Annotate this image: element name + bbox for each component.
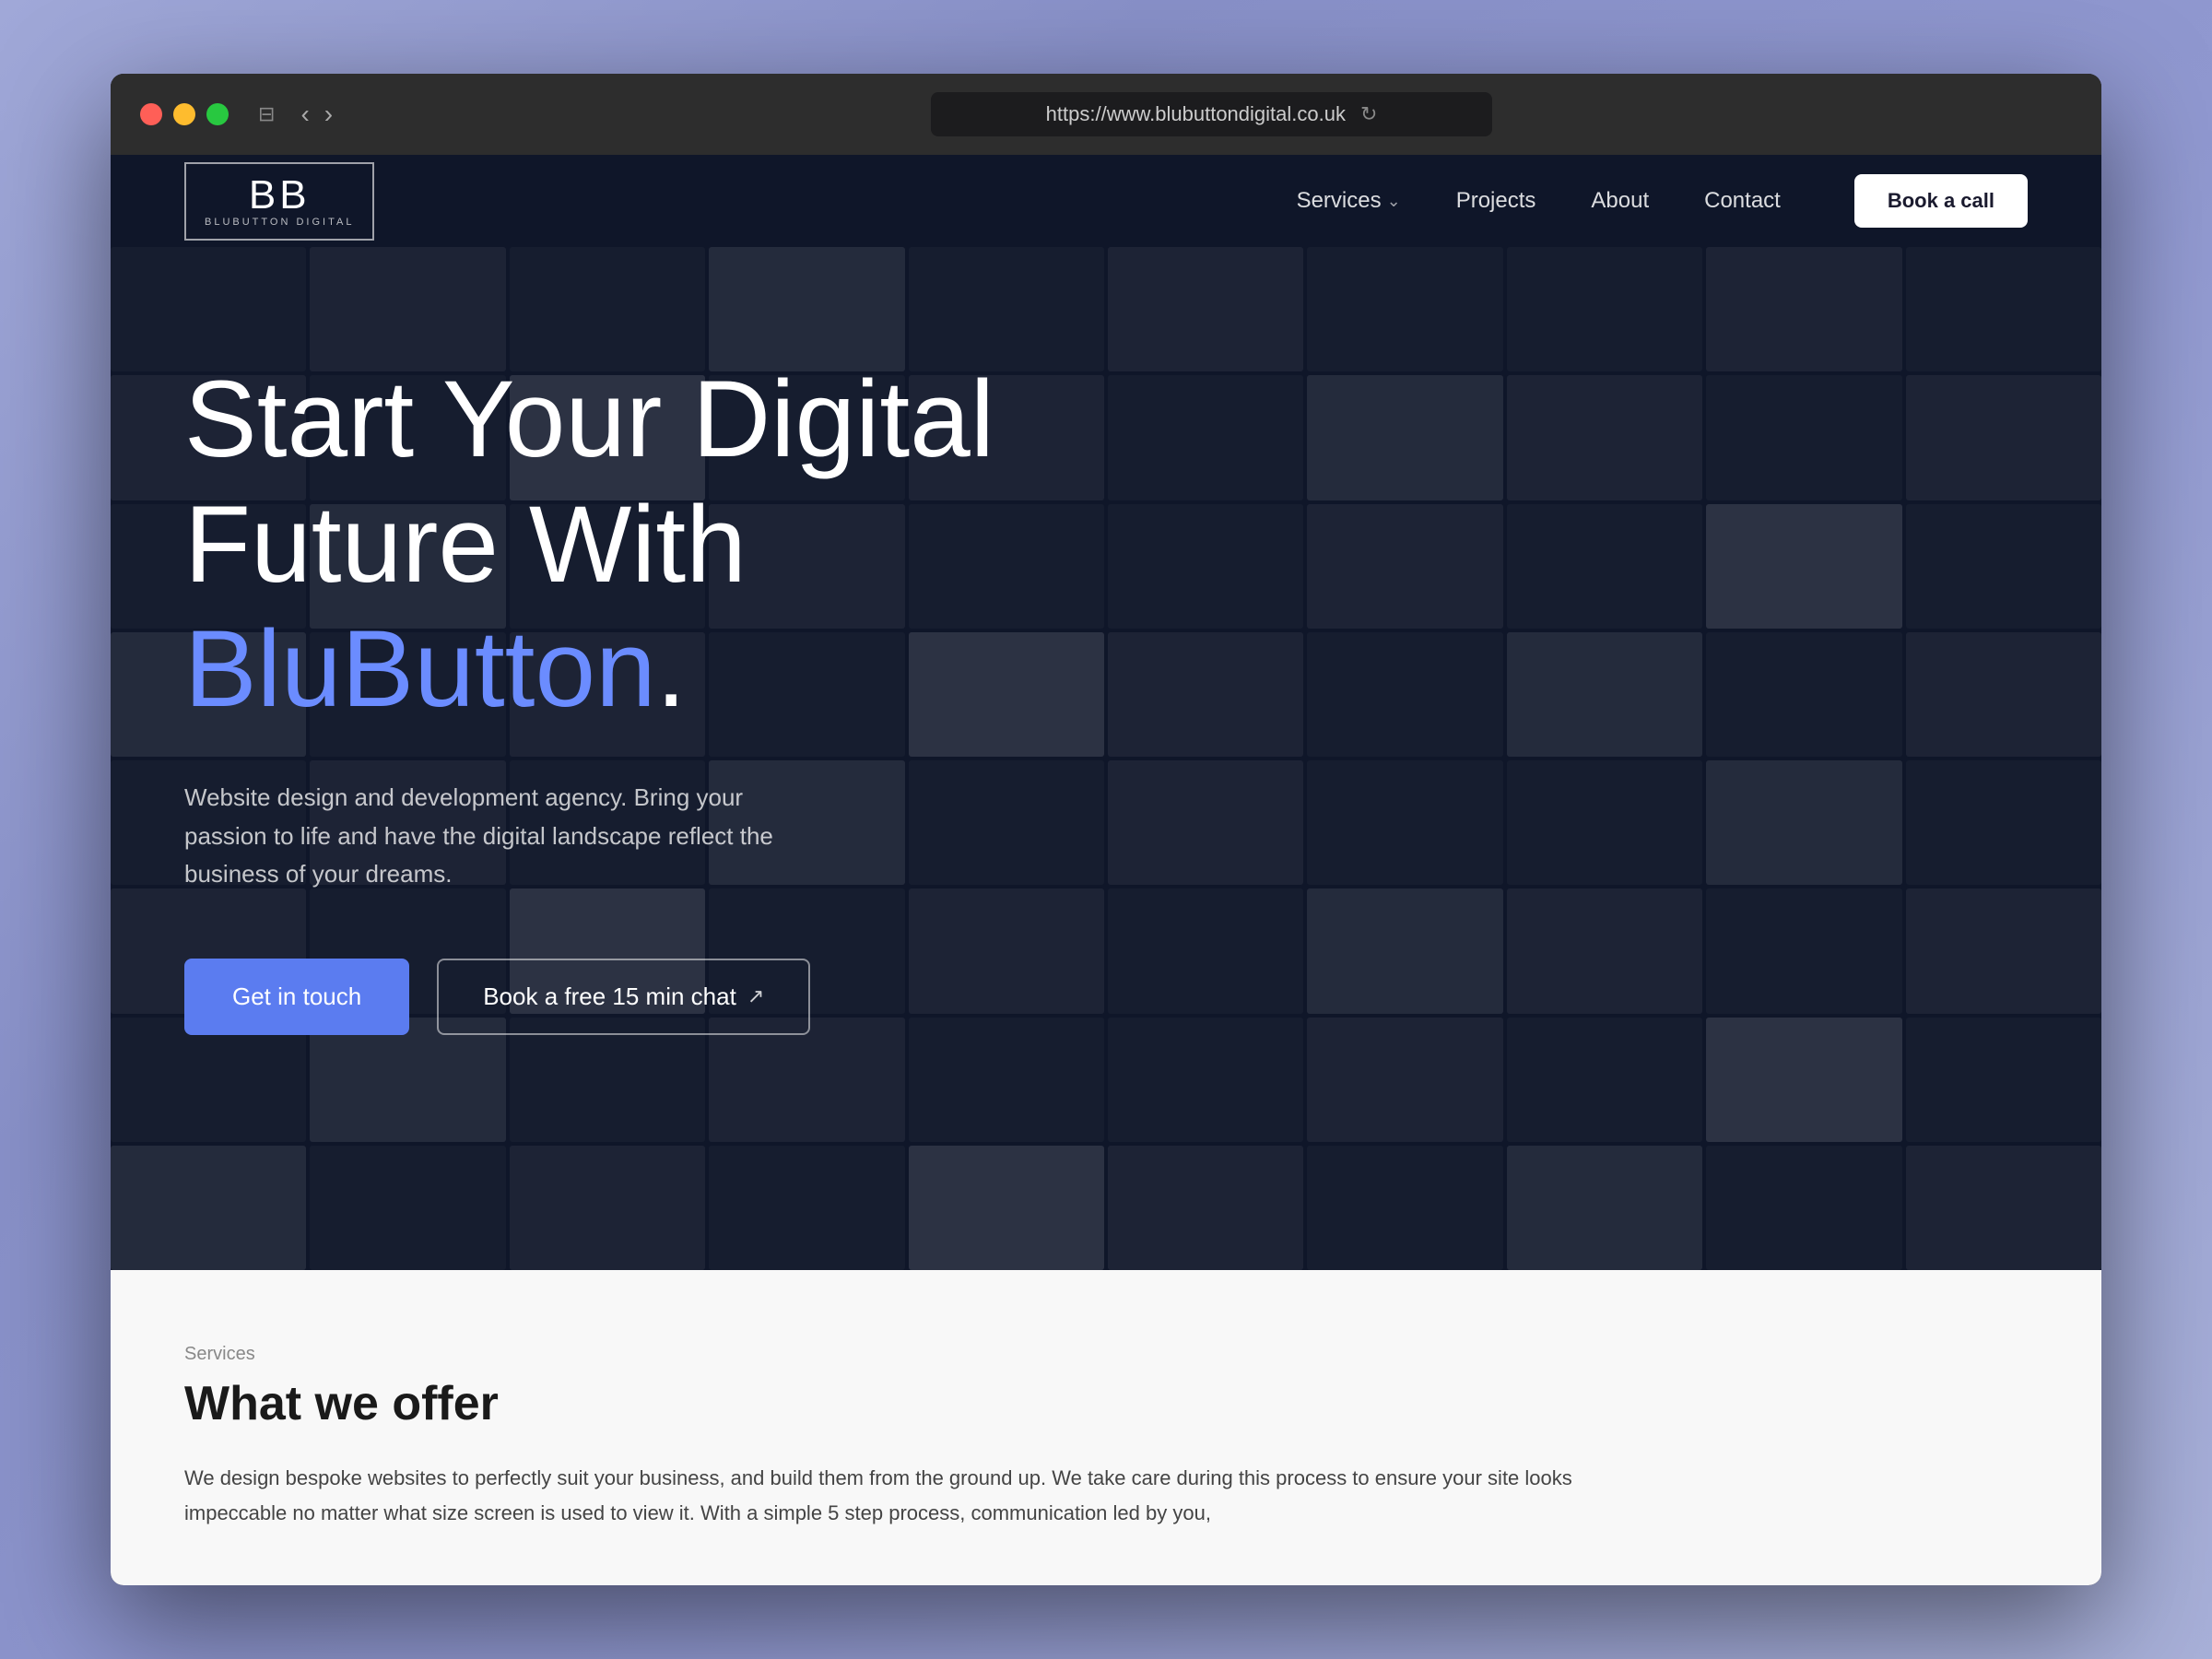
nav-contact[interactable]: Contact <box>1704 188 1781 214</box>
url-text: https://www.blubuttondigital.co.uk <box>1046 102 1346 126</box>
reload-icon[interactable]: ↻ <box>1360 102 1377 126</box>
back-button[interactable]: ‹ <box>300 100 309 129</box>
logo-tagline: BLUBUTTON DIGITAL <box>205 218 354 228</box>
hero-title: Start Your Digital Future With BluButton… <box>184 358 1051 733</box>
grid-cell <box>1507 632 1702 757</box>
grid-cell <box>1307 1146 1502 1270</box>
nav-about[interactable]: About <box>1591 188 1649 214</box>
grid-cell <box>1906 504 2101 629</box>
grid-cell <box>709 1146 904 1270</box>
grid-cell <box>1706 760 1901 885</box>
grid-cell <box>1307 247 1502 371</box>
forward-button[interactable]: › <box>324 100 333 129</box>
grid-cell <box>1906 375 2101 500</box>
grid-cell <box>1507 1146 1702 1270</box>
hero-title-line2: Future With BluButton. <box>184 483 1051 733</box>
grid-cell <box>909 1146 1104 1270</box>
nav-projects[interactable]: Projects <box>1456 188 1536 214</box>
grid-cell <box>1307 760 1502 885</box>
sidebar-icon[interactable]: ⊟ <box>258 102 275 126</box>
address-bar[interactable]: https://www.blubuttondigital.co.uk ↻ <box>931 92 1492 136</box>
hero-title-normal: Future With BluButton. <box>184 483 1051 733</box>
browser-chrome: ⊟ ‹ › https://www.blubuttondigital.co.uk… <box>111 74 2101 155</box>
logo[interactable]: BB BLUBUTTON DIGITAL <box>184 162 374 241</box>
grid-cell <box>1507 760 1702 885</box>
nav-services[interactable]: Services <box>1297 188 1401 214</box>
nav-links: Services Projects About Contact Book a c… <box>1297 174 2028 228</box>
grid-cell <box>1507 504 1702 629</box>
grid-cell <box>1108 760 1303 885</box>
website-content: BB BLUBUTTON DIGITAL Services Projects A… <box>111 155 2101 1585</box>
grid-cell <box>1507 1018 1702 1142</box>
grid-cell <box>1906 1146 2101 1270</box>
book-chat-button[interactable]: Book a free 15 min chat ↗ <box>437 959 810 1035</box>
grid-cell <box>111 1146 306 1270</box>
hero-buttons: Get in touch Book a free 15 min chat ↗ <box>184 959 1051 1035</box>
hero-content: Start Your Digital Future With BluButton… <box>111 247 1124 1109</box>
grid-cell <box>1108 504 1303 629</box>
grid-cell <box>1108 1018 1303 1142</box>
hero-subtitle: Website design and development agency. B… <box>184 779 830 894</box>
grid-cell <box>1706 1146 1901 1270</box>
traffic-lights <box>140 103 229 125</box>
grid-cell <box>1108 247 1303 371</box>
grid-cell <box>1906 1018 2101 1142</box>
grid-cell <box>310 1146 505 1270</box>
services-title: What we offer <box>184 1376 2028 1431</box>
minimize-button[interactable] <box>173 103 195 125</box>
grid-cell <box>1307 375 1502 500</box>
grid-cell <box>510 1146 705 1270</box>
grid-cell <box>1706 1018 1901 1142</box>
grid-cell <box>1307 888 1502 1013</box>
hero-section: Start Your Digital Future With BluButton… <box>111 247 2101 1270</box>
hero-title-line1: Start Your Digital <box>184 358 1051 483</box>
navigation: BB BLUBUTTON DIGITAL Services Projects A… <box>111 155 2101 247</box>
hero-title-period: . <box>656 608 687 730</box>
grid-cell <box>1706 375 1901 500</box>
services-description: We design bespoke websites to perfectly … <box>184 1461 1659 1530</box>
nav-buttons: ‹ › <box>300 100 333 129</box>
hero-title-brand: BluButton <box>184 608 656 730</box>
logo-letters: BB <box>249 175 311 216</box>
grid-cell <box>1906 632 2101 757</box>
services-section: Services What we offer We design bespoke… <box>111 1270 2101 1585</box>
browser-window: ⊟ ‹ › https://www.blubuttondigital.co.uk… <box>111 74 2101 1585</box>
grid-cell <box>1906 760 2101 885</box>
grid-cell <box>1307 1018 1502 1142</box>
grid-cell <box>1706 632 1901 757</box>
grid-cell <box>1906 888 2101 1013</box>
grid-cell <box>1906 247 2101 371</box>
grid-cell <box>1108 632 1303 757</box>
grid-cell <box>1108 375 1303 500</box>
grid-cell <box>1706 504 1901 629</box>
external-link-icon: ↗ <box>747 984 764 1008</box>
grid-cell <box>1307 632 1502 757</box>
grid-cell <box>1507 888 1702 1013</box>
grid-cell <box>1706 247 1901 371</box>
grid-cell <box>1108 1146 1303 1270</box>
grid-cell <box>1507 375 1702 500</box>
grid-cell <box>1108 888 1303 1013</box>
grid-cell <box>1507 247 1702 371</box>
book-call-button[interactable]: Book a call <box>1854 174 2028 228</box>
close-button[interactable] <box>140 103 162 125</box>
grid-cell <box>1307 504 1502 629</box>
grid-cell <box>1706 888 1901 1013</box>
maximize-button[interactable] <box>206 103 229 125</box>
book-chat-label: Book a free 15 min chat <box>483 982 736 1011</box>
get-in-touch-button[interactable]: Get in touch <box>184 959 409 1035</box>
services-label: Services <box>184 1344 2028 1365</box>
